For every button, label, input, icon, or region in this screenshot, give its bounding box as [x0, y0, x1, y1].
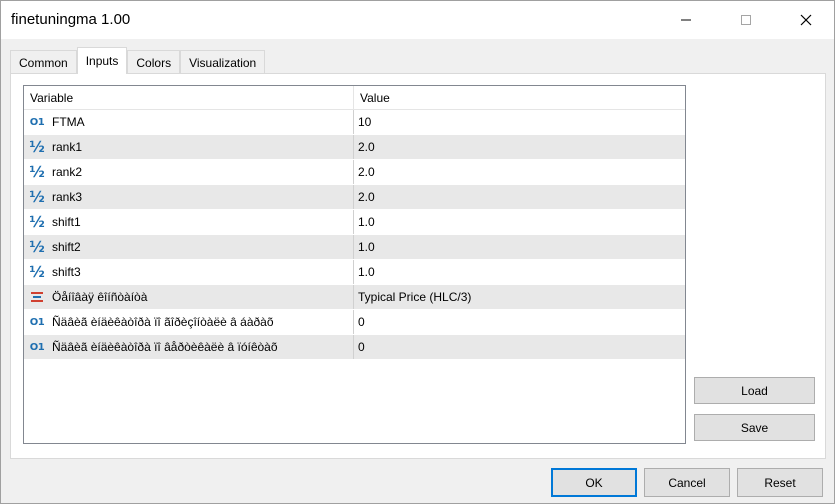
variable-cell: ½ rank2 [24, 160, 354, 184]
variable-cell: ½ rank3 [24, 185, 354, 209]
value-cell[interactable]: 2.0 [354, 135, 684, 159]
tab-common[interactable]: Common [10, 50, 77, 74]
tab-strip: Common Inputs Colors Visualization [10, 47, 266, 74]
value-cell[interactable]: 2.0 [354, 185, 684, 209]
double-icon: ½ [29, 138, 45, 156]
value-cell[interactable]: 10 [354, 110, 684, 134]
load-button[interactable]: Load [694, 377, 815, 404]
column-header-value[interactable]: Value [354, 86, 684, 109]
variable-label: shift3 [52, 265, 81, 279]
int-icon: O1 [29, 116, 45, 128]
close-icon [800, 14, 812, 26]
title-bar: finetuningma 1.00 [1, 1, 834, 39]
table-row[interactable]: O1 FTMA 10 [24, 110, 685, 135]
variable-cell: O1 Ñäâèã èíäèêàòîðà ïî âåðòèêàëè â ïóíêòà… [24, 335, 354, 359]
reset-button[interactable]: Reset [737, 468, 823, 497]
variable-cell: O1 Ñäâèã èíäèêàòîðà ïî ãîðèçîíòàëè â áàðà… [24, 310, 354, 334]
table-row[interactable]: O1 Ñäâèã èíäèêàòîðà ïî ãîðèçîíòàëè â áàðà… [24, 310, 685, 335]
table-row[interactable]: ½ shift2 1.0 [24, 235, 685, 260]
save-button[interactable]: Save [694, 414, 815, 441]
table-row[interactable]: ½ rank2 2.0 [24, 160, 685, 185]
grid-rows: O1 FTMA 10 ½ rank1 2.0 ½ rank2 2.0 ½ rank3 2.0 ½ shif… [24, 110, 685, 360]
maximize-button[interactable] [723, 1, 769, 39]
int-icon: O1 [29, 316, 45, 328]
cancel-button[interactable]: Cancel [644, 468, 730, 497]
variable-cell: ½ rank1 [24, 135, 354, 159]
table-row[interactable]: ½ shift1 1.0 [24, 210, 685, 235]
minimize-button[interactable] [663, 1, 709, 39]
variable-label: Ñäâèã èíäèêàòîðà ïî âåðòèêàëè â ïóíêòàõ [52, 340, 278, 354]
double-icon: ½ [29, 213, 45, 231]
double-icon: ½ [29, 238, 45, 256]
tab-visualization[interactable]: Visualization [180, 50, 266, 74]
grid-header: Variable Value [24, 86, 685, 110]
table-row[interactable]: ½ shift3 1.0 [24, 260, 685, 285]
value-cell[interactable]: 2.0 [354, 160, 684, 184]
variable-cell: ½ shift3 [24, 260, 354, 284]
variable-cell: O1 FTMA [24, 110, 354, 134]
variable-label: rank1 [52, 140, 83, 154]
variable-label: shift1 [52, 215, 81, 229]
variable-label: shift2 [52, 240, 81, 254]
table-row[interactable]: ½ rank3 2.0 [24, 185, 685, 210]
variable-label: FTMA [52, 115, 85, 129]
enum-icon [28, 288, 46, 306]
value-cell[interactable]: 1.0 [354, 260, 684, 284]
value-cell[interactable]: Typical Price (HLC/3) [354, 285, 684, 309]
table-row[interactable]: Öåíîâàÿ êîíñòàíòà Typical Price (HLC/3) [24, 285, 685, 310]
variable-label: Ñäâèã èíäèêàòîðà ïî ãîðèçîíòàëè â áàðàõ [52, 315, 274, 329]
ok-button[interactable]: OK [551, 468, 637, 497]
value-cell[interactable]: 0 [354, 335, 684, 359]
tab-inputs[interactable]: Inputs [76, 47, 128, 74]
table-row[interactable]: ½ rank1 2.0 [24, 135, 685, 160]
value-cell[interactable]: 1.0 [354, 210, 684, 234]
tab-colors[interactable]: Colors [127, 50, 181, 74]
column-header-variable[interactable]: Variable [24, 86, 354, 109]
minimize-icon [681, 19, 691, 21]
variable-label: Öåíîâàÿ êîíñòàíòà [52, 290, 148, 304]
variable-label: rank3 [52, 190, 83, 204]
window-title: finetuningma 1.00 [11, 11, 131, 28]
inputs-grid: Variable Value O1 FTMA 10 ½ rank1 2.0 ½ rank2 2.… [23, 85, 686, 444]
close-button[interactable] [783, 1, 829, 39]
variable-label: rank2 [52, 165, 83, 179]
dialog-window: finetuningma 1.00 Common Inputs Colors Visu… [0, 0, 835, 504]
maximize-icon [741, 15, 751, 25]
variable-cell: ½ shift1 [24, 210, 354, 234]
double-icon: ½ [29, 188, 45, 206]
variable-cell: ½ shift2 [24, 235, 354, 259]
double-icon: ½ [29, 263, 45, 281]
table-row[interactable]: O1 Ñäâèã èíäèêàòîðà ïî âåðòèêàëè â ïóíêòà… [24, 335, 685, 360]
double-icon: ½ [29, 163, 45, 181]
int-icon: O1 [29, 341, 45, 353]
value-cell[interactable]: 0 [354, 310, 684, 334]
variable-cell: Öåíîâàÿ êîíñòàíòà [24, 285, 354, 309]
value-cell[interactable]: 1.0 [354, 235, 684, 259]
